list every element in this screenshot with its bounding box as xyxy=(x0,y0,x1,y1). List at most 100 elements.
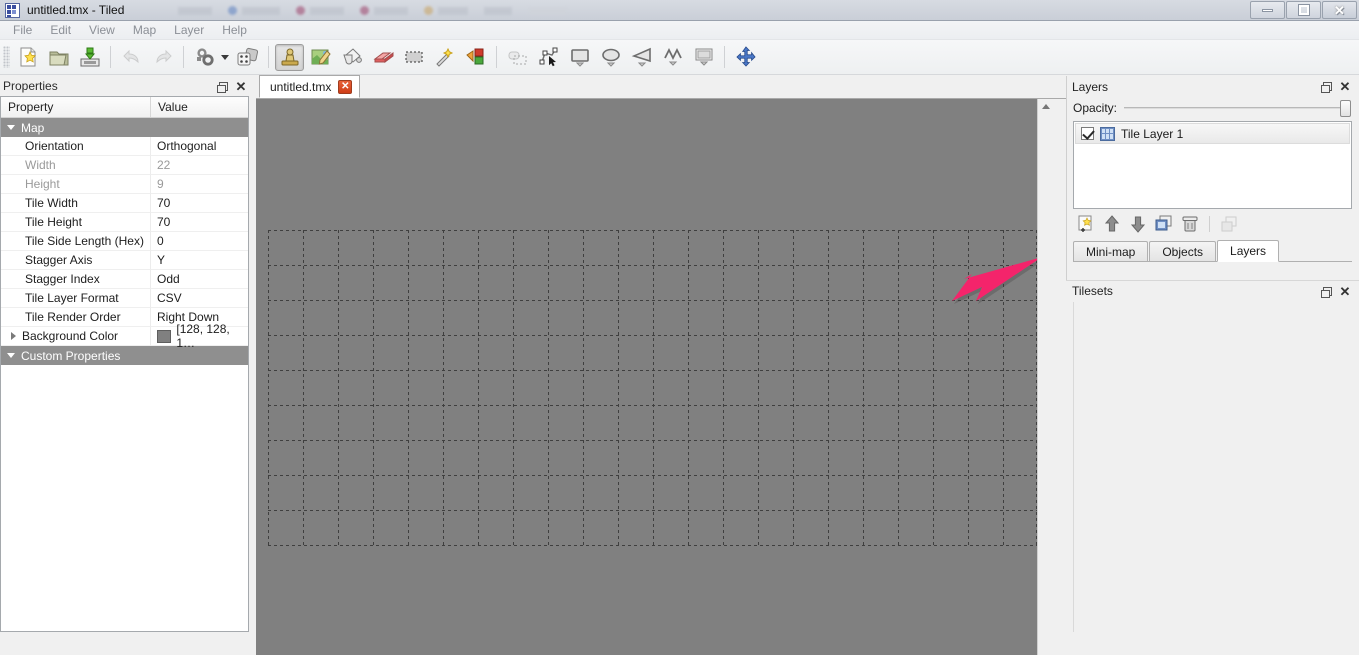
magic-wand-tool[interactable] xyxy=(430,44,459,71)
undo-arrow-icon xyxy=(122,49,139,64)
property-group-map[interactable]: Map xyxy=(1,118,248,137)
property-value[interactable]: Y xyxy=(151,251,248,270)
table-row[interactable]: Tile Side Length (Hex) 0 xyxy=(1,232,248,251)
minimize-button[interactable] xyxy=(1250,1,1285,19)
insert-tile-object-tool[interactable] xyxy=(689,44,718,71)
float-icon[interactable] xyxy=(1319,283,1335,299)
pan-tool[interactable] xyxy=(731,44,760,71)
chevron-down-icon[interactable] xyxy=(221,54,229,60)
float-icon[interactable] xyxy=(215,78,231,94)
column-header-value[interactable]: Value xyxy=(151,97,248,117)
opacity-slider[interactable] xyxy=(1124,99,1351,117)
scroll-up-arrow-icon[interactable] xyxy=(1042,104,1050,109)
table-row[interactable]: Tile Height 70 xyxy=(1,213,248,232)
close-icon[interactable]: ✕ xyxy=(233,78,249,94)
table-row[interactable]: Stagger Axis Y xyxy=(1,251,248,270)
tilesets-content-area[interactable] xyxy=(1073,302,1359,632)
duplicate-layer-button[interactable] xyxy=(1153,214,1175,234)
table-row[interactable]: Tile Layer Format CSV xyxy=(1,289,248,308)
properties-dock-title-bar: Properties ✕ xyxy=(0,76,251,96)
property-value[interactable]: 70 xyxy=(151,194,248,213)
layers-list[interactable]: Tile Layer 1 xyxy=(1073,121,1352,209)
arrow-up-icon xyxy=(1104,215,1120,232)
new-map-button[interactable] xyxy=(13,44,42,71)
property-name: Orientation xyxy=(1,137,151,156)
property-value[interactable]: [128, 128, 1… xyxy=(151,322,248,350)
edit-polygons-tool[interactable] xyxy=(534,44,563,71)
table-row[interactable]: Stagger Index Odd xyxy=(1,270,248,289)
collapse-triangle-icon[interactable] xyxy=(1,125,21,130)
insert-polyline-tool[interactable] xyxy=(658,44,687,71)
map-canvas[interactable] xyxy=(256,99,1066,655)
menu-map[interactable]: Map xyxy=(124,21,165,39)
terrain-brush-icon xyxy=(311,49,331,65)
close-icon[interactable]: ✕ xyxy=(1337,283,1353,299)
table-row[interactable]: Orientation Orthogonal xyxy=(1,137,248,156)
title-bar: untitled.tmx - Tiled ✕ xyxy=(0,0,1359,21)
tab-objects[interactable]: Objects xyxy=(1149,241,1217,261)
tab-layers[interactable]: Layers xyxy=(1217,240,1280,262)
close-tab-icon[interactable]: ✕ xyxy=(338,79,353,94)
layer-visibility-checkbox[interactable] xyxy=(1081,127,1094,140)
insert-rectangle-tool[interactable] xyxy=(565,44,594,71)
property-name: Tile Render Order xyxy=(1,308,151,327)
toolbar-drag-handle[interactable] xyxy=(3,46,10,68)
menu-edit[interactable]: Edit xyxy=(41,21,80,39)
new-layer-button[interactable] xyxy=(1075,214,1097,234)
slider-handle[interactable] xyxy=(1340,100,1351,117)
menu-file[interactable]: File xyxy=(4,21,41,39)
arrow-down-icon xyxy=(1130,216,1146,233)
save-map-button[interactable] xyxy=(75,44,104,71)
paint-bucket-icon xyxy=(342,48,362,65)
insert-polygon-tool[interactable] xyxy=(627,44,656,71)
duplicate-icon xyxy=(1155,215,1172,231)
redo-button[interactable] xyxy=(148,44,177,71)
open-map-button[interactable] xyxy=(44,44,73,71)
terrain-brush-tool[interactable] xyxy=(306,44,335,71)
merge-down-icon xyxy=(1221,216,1237,232)
collapse-triangle-icon[interactable] xyxy=(1,353,21,358)
merge-layer-down-button[interactable] xyxy=(1218,214,1240,234)
column-header-property[interactable]: Property xyxy=(1,97,151,117)
close-icon[interactable]: ✕ xyxy=(1337,79,1353,95)
random-mode-button[interactable] xyxy=(233,44,262,71)
map-properties-button[interactable] xyxy=(190,44,219,71)
list-item[interactable]: Tile Layer 1 xyxy=(1075,123,1350,144)
close-button[interactable]: ✕ xyxy=(1322,1,1357,19)
background-window-tabs xyxy=(170,1,1230,20)
menu-help[interactable]: Help xyxy=(213,21,256,39)
menu-layer[interactable]: Layer xyxy=(165,21,213,39)
undo-button[interactable] xyxy=(117,44,146,71)
menu-view[interactable]: View xyxy=(80,21,124,39)
toolbar-separator xyxy=(268,46,269,68)
table-row[interactable]: Height 9 xyxy=(1,175,248,194)
delete-layer-button[interactable] xyxy=(1179,214,1201,234)
layer-opacity-row: Opacity: xyxy=(1066,97,1359,119)
rectangular-select-tool[interactable] xyxy=(399,44,428,71)
canvas-vertical-scrollbar[interactable] xyxy=(1037,99,1053,655)
table-row[interactable]: Background Color [128, 128, 1… xyxy=(1,322,248,350)
select-objects-tool[interactable] xyxy=(503,44,532,71)
table-row[interactable]: Tile Width 70 xyxy=(1,194,248,213)
property-value[interactable]: Orthogonal xyxy=(151,137,248,156)
stamp-brush-tool[interactable] xyxy=(275,43,304,71)
raise-layer-button[interactable] xyxy=(1101,214,1123,234)
property-value[interactable]: 0 xyxy=(151,232,248,251)
property-value[interactable]: Odd xyxy=(151,270,248,289)
maximize-restore-button[interactable] xyxy=(1286,1,1321,19)
select-same-tile-tool[interactable] xyxy=(461,44,490,71)
document-tab-strip: untitled.tmx ✕ xyxy=(256,75,1066,99)
document-tab-untitled[interactable]: untitled.tmx ✕ xyxy=(259,75,361,98)
expand-triangle-icon[interactable] xyxy=(11,332,16,340)
table-row[interactable]: Width 22 xyxy=(1,156,248,175)
insert-ellipse-tool[interactable] xyxy=(596,44,625,71)
new-document-icon xyxy=(20,47,36,67)
bucket-fill-tool[interactable] xyxy=(337,44,366,71)
property-name: Background Color xyxy=(22,329,119,343)
property-value[interactable]: 70 xyxy=(151,213,248,232)
tab-mini-map[interactable]: Mini-map xyxy=(1073,241,1149,261)
float-icon[interactable] xyxy=(1319,79,1335,95)
property-value[interactable]: CSV xyxy=(151,289,248,308)
eraser-tool[interactable] xyxy=(368,44,397,71)
lower-layer-button[interactable] xyxy=(1127,214,1149,234)
